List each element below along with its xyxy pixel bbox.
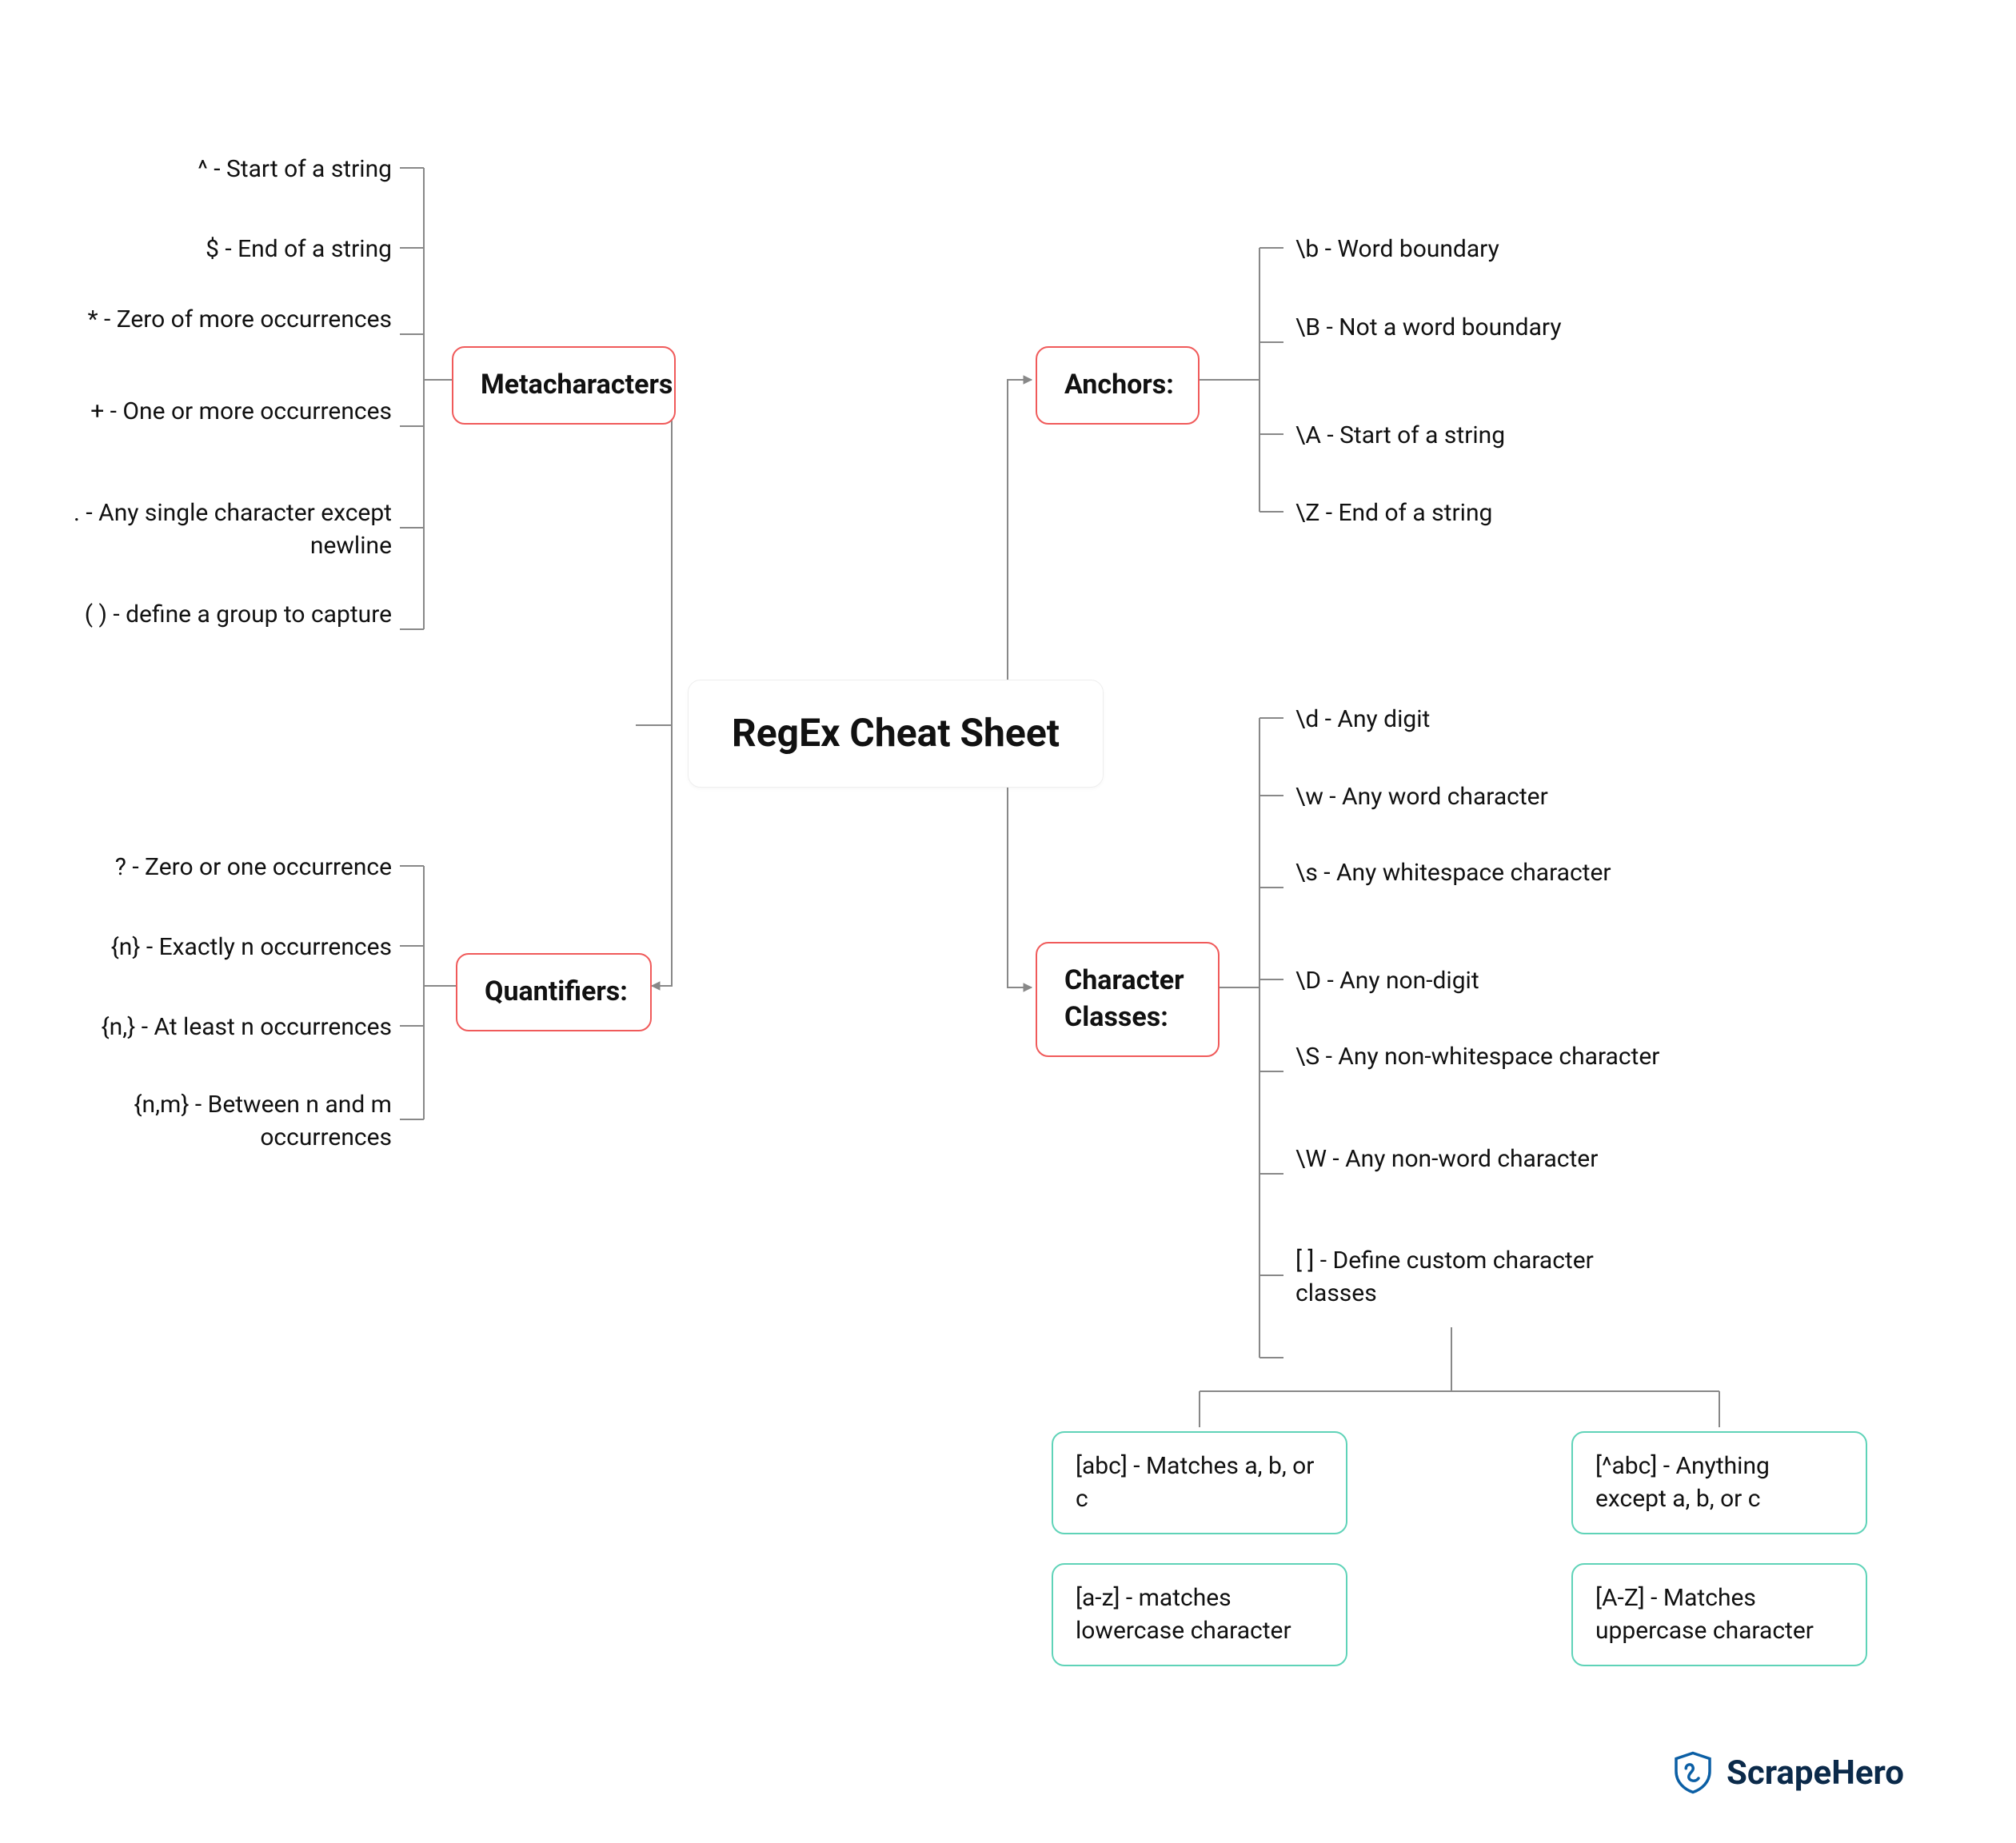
meta-item-4: . - Any single character except newline <box>48 497 392 562</box>
cc-sub-0: [abc] - Matches a, b, or c <box>1052 1431 1347 1534</box>
branch-anchors: Anchors: <box>1036 346 1200 425</box>
meta-item-5: ( ) - define a group to capture <box>48 599 392 632</box>
cc-item-0: \d - Any digit <box>1295 704 1663 736</box>
meta-item-2: * - Zero of more occurrences <box>48 304 392 337</box>
anchor-item-2: \A - Start of a string <box>1295 420 1631 453</box>
brand-logo: ScrapeHero <box>1671 1750 1904 1795</box>
cc-item-2: \s - Any whitespace character <box>1295 857 1663 890</box>
shield-icon <box>1671 1750 1715 1795</box>
cc-sub-1: [^abc] - Anything except a, b, or c <box>1571 1431 1867 1534</box>
anchor-item-0: \b - Word boundary <box>1295 233 1631 266</box>
mindmap-canvas: RegEx Cheat Sheet Metacharacters ^ - Sta… <box>0 0 2016 1843</box>
quant-item-3: {n,m} - Between n and m occurrences <box>24 1089 392 1154</box>
cc-item-5: \W - Any non-word character <box>1295 1143 1663 1176</box>
branch-quantifiers: Quantifiers: <box>456 953 652 1031</box>
anchor-item-3: \Z - End of a string <box>1295 497 1631 530</box>
cc-item-1: \w - Any word character <box>1295 781 1663 814</box>
root-node: RegEx Cheat Sheet <box>688 680 1104 788</box>
cc-item-3: \D - Any non-digit <box>1295 965 1663 998</box>
quant-item-1: {n} - Exactly n occurrences <box>24 931 392 964</box>
meta-item-0: ^ - Start of a string <box>48 154 392 186</box>
cc-sub-3: [A-Z] - Matches uppercase character <box>1571 1563 1867 1666</box>
quant-item-2: {n,} - At least n occurrences <box>24 1011 392 1044</box>
anchor-item-1: \B - Not a word boundary <box>1295 312 1631 345</box>
cc-item-6: [ ] - Define custom character classes <box>1295 1245 1663 1310</box>
branch-character-classes: Character Classes: <box>1036 942 1220 1057</box>
branch-metacharacters: Metacharacters <box>452 346 676 425</box>
brand-name: ScrapeHero <box>1727 1753 1904 1793</box>
cc-item-4: \S - Any non-whitespace character <box>1295 1041 1663 1074</box>
meta-item-1: $ - End of a string <box>48 233 392 266</box>
meta-item-3: + - One or more occurrences <box>48 396 392 429</box>
cc-sub-2: [a-z] - matches lowercase character <box>1052 1563 1347 1666</box>
quant-item-0: ? - Zero or one occurrence <box>24 852 392 884</box>
